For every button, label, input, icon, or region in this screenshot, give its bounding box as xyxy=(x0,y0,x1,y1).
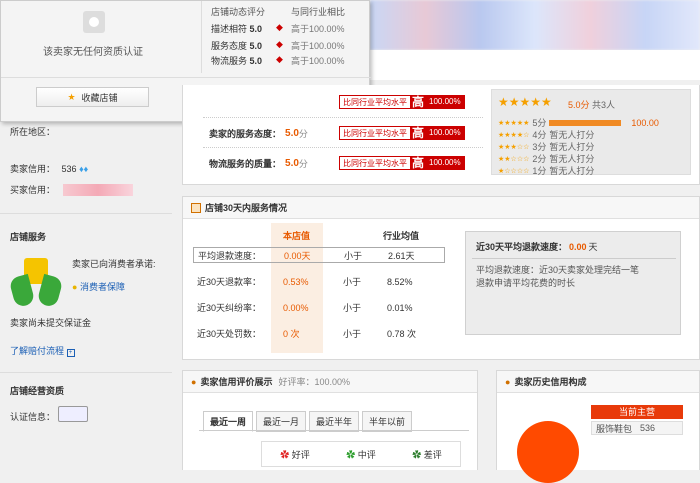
divider-2 xyxy=(0,372,172,373)
ratings-panel: 比同行业平均水平高 100.00% 卖家的服务态度： 5.0 分 比同行业平均水平… xyxy=(182,85,700,185)
dsr-row-service: 服务态度 5.0 ◆ 高于100.00% xyxy=(211,39,345,51)
popup-bottom-divider xyxy=(1,77,371,78)
credit-tabs: 最近一周 最近一月 最近半年 半年以前 xyxy=(203,411,415,432)
no-cert-text: 该卖家无任何资质认证 xyxy=(43,47,143,58)
history-panel: ● 卖家历史信用构成 当前主营 服饰鞋包 536 xyxy=(496,370,700,483)
qualification-title: 店铺经营资质 xyxy=(10,386,65,396)
summary-stars: ★★★★★ xyxy=(498,95,552,109)
qualification-box: 店铺经营资质 认证信息： xyxy=(0,376,172,436)
service-row-refund-rate: 近30天退款率： 0.53% 小于 8.52% xyxy=(197,276,413,288)
payout-process-link[interactable]: 了解赔付流程 + xyxy=(10,344,75,357)
compare-header: 与同行业相比 xyxy=(291,7,346,17)
tab-month[interactable]: 最近一月 xyxy=(256,411,307,432)
service30-header: 店铺30天内服务情况 xyxy=(183,197,699,219)
star-icon: ★ xyxy=(67,91,76,102)
calendar-icon xyxy=(191,202,201,213)
bad-review-col: ✿ 差评 xyxy=(412,449,442,460)
consumer-guarantee-link[interactable]: ● 消费者保障 xyxy=(72,280,125,293)
credit-col-headers: ✿ 好评 ✿ 中评 ✿ 差评 xyxy=(261,441,461,467)
no-cert-icon xyxy=(83,11,105,33)
good-review-col: ✿ 好评 xyxy=(280,449,310,460)
dsr-row-description: 描述相符 5.0 ◆ 高于100.00% xyxy=(211,22,345,34)
up-arrow-icon: ◆ xyxy=(276,22,283,32)
credit-header: ● 卖家信用评价展示 好评率： 100.00% xyxy=(183,371,477,393)
dsr-header: 店铺动态评分 xyxy=(211,7,266,17)
tab-before-half-year[interactable]: 半年以前 xyxy=(362,411,413,432)
shield-hands-icon xyxy=(8,252,64,309)
summary-count: 共3人 xyxy=(592,100,616,110)
side-desc: 平均退款速度：近30天卖家处理完结一笔退款申请平均花费的时长 xyxy=(476,265,640,288)
dsr-row-logistics: 物流服务 5.0 ◆ 高于100.00% xyxy=(211,54,345,66)
service-row-penalty: 近30天处罚数： 0 次 小于 0.78 次 xyxy=(197,329,417,339)
side-divider xyxy=(472,258,676,259)
shop-service-title: 店铺服务 xyxy=(10,232,47,242)
tabs-baseline xyxy=(199,430,469,431)
divider-1 xyxy=(0,213,172,214)
seller-credit-value: 536 xyxy=(61,164,77,174)
up-arrow-icon: ◆ xyxy=(276,54,283,64)
compare-badge-1: 比同行业平均水平高 100.00% xyxy=(339,95,465,109)
user-icon: ● xyxy=(191,376,197,387)
header-strip xyxy=(370,50,700,80)
favorite-shop-button[interactable]: ★ 收藏店铺 xyxy=(36,87,149,107)
location-label: 所在地区： xyxy=(10,127,56,137)
tab-half-year[interactable]: 最近半年 xyxy=(309,411,360,432)
cert-badge-icon[interactable] xyxy=(58,406,88,422)
user-icon: ● xyxy=(505,376,511,387)
dotted-sep-2 xyxy=(203,147,483,148)
dist-bar-5 xyxy=(549,119,622,126)
main-category-label: 当前主营 xyxy=(591,405,683,419)
promise-text: 卖家已向消费者承诺: xyxy=(72,259,156,269)
logistics-rating-row: 物流服务的质量： 5.0 分 xyxy=(209,158,308,169)
service30-panel: 店铺30天内服务情况 本店值 行业均值 平均退款速度： 0.00天 小于 2.6… xyxy=(182,196,700,360)
service-row-refund-speed: 平均退款速度： 0.00天 小于 2.61天 xyxy=(193,247,445,263)
category-row: 服饰鞋包 536 xyxy=(591,421,683,435)
side-title: 近30天平均退款速度： 0.00 天 xyxy=(476,242,598,252)
credit-panel: ● 卖家信用评价展示 好评率： 100.00% 最近一周 最近一月 最近半年 半年以前… xyxy=(182,370,478,470)
cert-label: 认证信息： xyxy=(10,412,56,422)
history-pie xyxy=(517,421,579,483)
col-shop-header: 本店值 xyxy=(283,231,311,241)
seller-credit-label: 卖家信用： xyxy=(10,164,56,174)
dotted-sep-1 xyxy=(203,117,483,118)
service-rating-row: 卖家的服务态度： 5.0 分 xyxy=(209,128,308,139)
diamond-icon: ♦♦ xyxy=(79,164,89,174)
compare-badge-3: 比同行业平均水平高 100.00% xyxy=(339,156,465,170)
service-row-dispute-rate: 近30天纠纷率： 0.00% 小于 0.01% xyxy=(197,302,413,314)
neutral-review-col: ✿ 中评 xyxy=(346,449,376,460)
service30-side-box: 近30天平均退款速度： 0.00 天 平均退款速度：近30天卖家处理完结一笔退款申请… xyxy=(465,231,681,335)
rating-summary-box: ★★★★★ 5.0分 共3人 ★★★★★ 5分 100.00 ★★★★☆ 4分 暂无人… xyxy=(491,89,691,176)
history-header: ● 卖家历史信用构成 xyxy=(497,371,699,393)
buyer-credit-label: 买家信用： xyxy=(10,185,56,195)
summary-score: 5.0分 xyxy=(568,100,590,110)
blurred-header xyxy=(370,0,700,50)
external-link-icon: + xyxy=(66,349,75,357)
shop-service-box: 店铺服务 卖家已向消费者承诺: ● 消费者保障 卖家尚未提交保证金 了解赔付流程… xyxy=(0,222,172,362)
seller-info-box: 所在地区： 卖家信用： 536 ♦♦ 买家信用： xyxy=(0,110,172,210)
compare-badge-2: 比同行业平均水平高 100.00% xyxy=(339,126,465,140)
up-arrow-icon: ◆ xyxy=(276,39,283,49)
col-avg-header: 行业均值 xyxy=(383,231,420,241)
buyer-credit-blur xyxy=(63,183,134,196)
tab-week[interactable]: 最近一周 xyxy=(203,411,254,432)
guarantee-icon: ● xyxy=(72,282,78,292)
no-deposit-text: 卖家尚未提交保证金 xyxy=(10,318,92,328)
popup-divider xyxy=(201,1,202,73)
dist-row-1: ★☆☆☆☆ 1分 暂无人打分 xyxy=(498,166,595,176)
